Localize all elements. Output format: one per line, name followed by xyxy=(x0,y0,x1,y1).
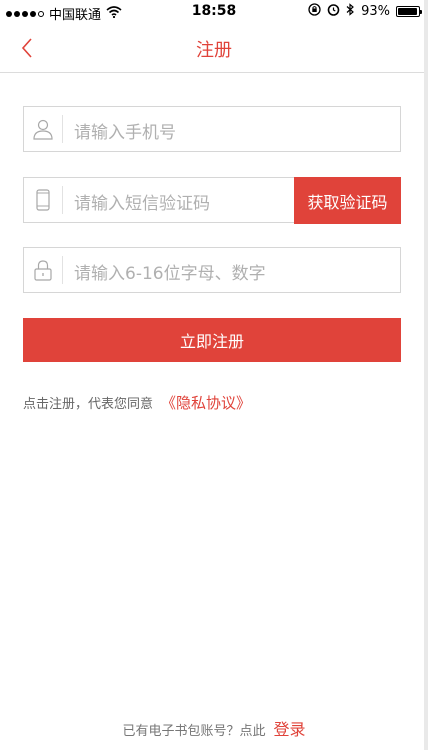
field-divider xyxy=(62,115,63,143)
sms-code-placeholder: 请输入短信验证码 xyxy=(74,194,210,214)
phone-placeholder: 请输入手机号 xyxy=(74,123,176,143)
get-code-button[interactable]: 获取验证码 xyxy=(294,177,401,224)
phone-icon xyxy=(24,178,62,222)
footer-text: 已有电子书包账号？点此 xyxy=(122,724,266,739)
field-divider xyxy=(62,186,63,214)
password-placeholder: 请输入6-16位字母、数字 xyxy=(74,264,266,284)
agreement-row: 点击注册，代表您同意 《隐私协议》 xyxy=(23,392,251,413)
phone-field[interactable]: 请输入手机号 xyxy=(23,106,401,152)
password-field[interactable]: 请输入6-16位字母、数字 xyxy=(23,247,401,293)
rotation-lock-icon xyxy=(308,3,321,20)
privacy-policy-link[interactable]: 《隐私协议》 xyxy=(161,392,251,413)
footer: 已有电子书包账号？点此 登录 xyxy=(0,716,428,740)
status-right: 93% xyxy=(308,3,422,20)
battery-percent: 93% xyxy=(361,4,390,19)
field-divider xyxy=(62,256,63,284)
page-title: 注册 xyxy=(196,40,232,61)
screen-edge xyxy=(424,0,428,750)
alarm-icon xyxy=(327,3,340,20)
lock-icon xyxy=(24,248,62,292)
nav-bar: 注册 xyxy=(0,24,428,73)
login-link[interactable]: 登录 xyxy=(274,720,306,739)
status-bar: 中国联通 18:58 93% xyxy=(0,0,428,24)
register-button[interactable]: 立即注册 xyxy=(23,318,401,362)
bluetooth-icon xyxy=(346,3,355,20)
sms-code-field[interactable]: 请输入短信验证码 xyxy=(23,177,295,223)
agreement-text: 点击注册，代表您同意 xyxy=(23,397,154,412)
battery-icon xyxy=(396,6,422,17)
user-icon xyxy=(24,107,62,151)
